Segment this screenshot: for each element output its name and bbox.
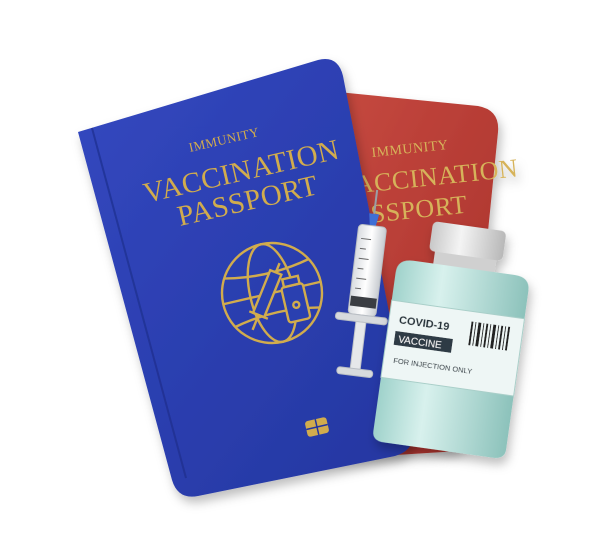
vaccination-passport-illustration: IMMUNITY VACCINATION PASSPORT IMMUNITY V… <box>78 59 529 497</box>
illustration: IMMUNITY VACCINATION PASSPORT IMMUNITY V… <box>0 0 612 544</box>
